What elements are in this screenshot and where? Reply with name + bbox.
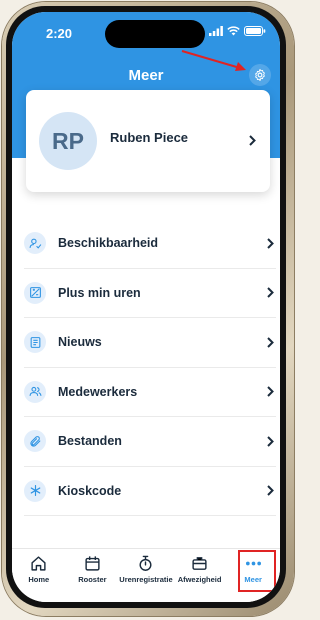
screen: 2:20 Meer RP Ruben Piece Beschikbaarheid…	[12, 12, 280, 602]
tab-afwezigheid[interactable]: Afwezigheid	[173, 549, 227, 602]
menu-item-label: Kioskcode	[58, 483, 122, 498]
newspaper-icon	[24, 331, 46, 354]
menu-list: Beschikbaarheid Plus min uren Nieuws Med…	[24, 219, 276, 516]
dynamic-island	[105, 20, 205, 48]
stopwatch-icon	[139, 555, 153, 571]
tab-rooster[interactable]: Rooster	[66, 549, 120, 602]
profile-card[interactable]: RP Ruben Piece	[26, 90, 270, 192]
menu-item-kioskcode[interactable]: Kioskcode	[24, 467, 276, 516]
profile-name: Ruben Piece	[110, 130, 189, 145]
menu-item-nieuws[interactable]: Nieuws	[24, 318, 276, 368]
status-time: 2:20	[46, 26, 73, 41]
menu-item-label: Nieuws	[58, 335, 102, 350]
tab-home[interactable]: Home	[12, 549, 66, 602]
tab-label: Rooster	[78, 575, 107, 584]
wifi-icon	[227, 26, 240, 36]
menu-item-label: Medewerkers	[58, 384, 138, 399]
asterisk-icon	[24, 479, 46, 502]
signal-icon	[209, 26, 223, 36]
tab-label: Home	[28, 575, 50, 584]
menu-item-medewerkers[interactable]: Medewerkers	[24, 368, 276, 417]
battery-icon	[244, 26, 266, 36]
home-icon	[31, 556, 46, 571]
plus-minus-icon	[24, 281, 46, 304]
gear-icon	[255, 68, 265, 82]
tab-urenregistratie[interactable]: Urenregistratie	[119, 549, 173, 602]
menu-item-plus-min-uren[interactable]: Plus min uren	[24, 269, 276, 318]
chevron-right-icon	[267, 485, 274, 496]
briefcase-icon	[192, 557, 207, 570]
chevron-right-icon	[249, 135, 256, 146]
chevron-right-icon	[267, 287, 274, 298]
chevron-right-icon	[267, 238, 274, 249]
person-check-icon	[24, 232, 46, 255]
tab-label: Afwezigheid	[177, 575, 222, 584]
status-icons	[209, 26, 266, 36]
paperclip-icon	[24, 430, 46, 453]
chevron-right-icon	[267, 337, 274, 348]
menu-item-label: Beschikbaarheid	[58, 236, 159, 251]
tab-label: Urenregistratie	[119, 575, 173, 584]
settings-button[interactable]	[249, 64, 271, 86]
menu-item-label: Plus min uren	[58, 285, 141, 300]
annotation-highlight-box	[238, 550, 276, 592]
annotation-arrow	[181, 50, 246, 71]
people-icon	[24, 380, 46, 403]
menu-item-bestanden[interactable]: Bestanden	[24, 417, 276, 467]
chevron-right-icon	[267, 436, 274, 447]
chevron-right-icon	[267, 386, 274, 397]
calendar-icon	[85, 556, 100, 571]
menu-item-beschikbaarheid[interactable]: Beschikbaarheid	[24, 219, 276, 269]
menu-item-label: Bestanden	[58, 434, 122, 449]
avatar: RP	[39, 112, 97, 170]
